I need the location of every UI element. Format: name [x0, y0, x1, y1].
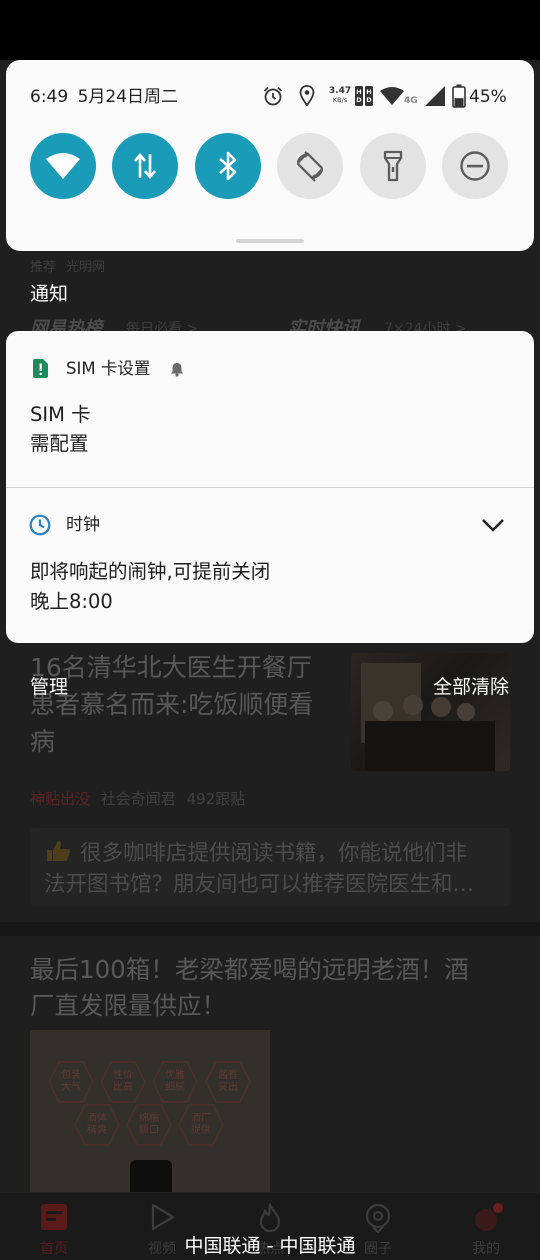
- ad-badge: 酱香突出: [204, 1060, 252, 1104]
- network-speed-value: 3.47: [328, 86, 352, 96]
- bg-article2-title: 最后100箱！老梁都爱喝的远明老酒！酒 厂直发限量供应！: [30, 952, 469, 1024]
- notification-app-name: 时钟: [66, 515, 100, 535]
- bg-article1-title: 16名清华北大医生开餐厅 患者慕名而来:吃饭顺便看 病: [30, 649, 313, 760]
- bg-article1-line3: 病: [30, 727, 56, 756]
- ad-badge: 酒厂提供: [177, 1103, 225, 1147]
- bg-ad-image: 包装大气 性价比高 优雅细腻 酱香突出 酒体稠爽 绵糯顺口 酒厂提供: [30, 1030, 270, 1195]
- location-icon: [299, 85, 315, 107]
- network-speed-unit: KB/s: [332, 96, 348, 104]
- notifications-header: 通知: [30, 283, 69, 305]
- bg-article1-tag: 神贴出没: [30, 790, 91, 808]
- tile-bluetooth[interactable]: [195, 133, 261, 199]
- bg-quote-line2: 法开图书馆？朋友间也可以推荐医院医生和…: [44, 872, 475, 897]
- play-icon: [151, 1203, 175, 1231]
- ad-badge: 酒体稠爽: [73, 1103, 121, 1147]
- notification-title: SIM 卡: [30, 403, 91, 426]
- notification-app-name: SIM 卡设置: [66, 359, 151, 378]
- clear-all-button[interactable]: 全部清除: [433, 675, 509, 699]
- screen: 推荐 光明网 网易热榜 每日必看 > 实时快讯 7×24小时 > 16名清华北大…: [0, 0, 540, 1260]
- bg-quote-line1: 很多咖啡店提供阅读书籍，你能说他们非: [80, 841, 468, 866]
- notification-text: 晚上8:00: [30, 590, 113, 613]
- circle-icon: [365, 1203, 391, 1233]
- svg-text:D: D: [356, 96, 362, 104]
- bottle-image: [130, 1160, 172, 1195]
- home-icon: [41, 1204, 67, 1230]
- data-arrows-icon: [134, 152, 156, 180]
- network-speed: 3.47 KB/s: [328, 87, 352, 105]
- tile-mobile-data[interactable]: [112, 133, 178, 199]
- bg-tab-source: 光明网: [66, 260, 106, 275]
- chevron-down-icon[interactable]: [481, 518, 505, 533]
- shade-top: [0, 0, 540, 60]
- notification-title: 即将响起的闹钟,可提前关闭: [30, 560, 271, 583]
- profile-icon: [475, 1203, 503, 1231]
- status-date[interactable]: 5月24日周二: [78, 87, 178, 107]
- ad-badge: 包装大气: [47, 1060, 95, 1104]
- clock-icon: [29, 514, 51, 536]
- tile-do-not-disturb[interactable]: [442, 133, 508, 199]
- bg-article1-line2: 患者慕名而来:吃饭顺便看: [30, 690, 314, 719]
- ad-badge: 性价比高: [99, 1060, 147, 1104]
- bg-separator: [0, 922, 540, 936]
- flame-icon: [259, 1203, 281, 1233]
- ad-badge: 绵糯顺口: [125, 1103, 173, 1147]
- sim-alert-icon: [33, 359, 48, 378]
- bg-article2-line2: 厂直发限量供应！: [30, 991, 226, 1020]
- svg-text:H: H: [356, 88, 361, 96]
- panel-drag-handle[interactable]: [236, 239, 304, 243]
- svg-text:D: D: [366, 96, 372, 104]
- bell-icon: [171, 363, 183, 377]
- bg-article1-comments: 492跟贴: [186, 790, 246, 808]
- tile-wifi[interactable]: [30, 133, 96, 199]
- status-time: 6:49: [30, 87, 69, 107]
- rotate-icon: [296, 151, 324, 182]
- dnd-icon: [460, 151, 490, 181]
- svg-text:H: H: [366, 88, 371, 96]
- bg-article1-source: 社会奇闻君: [100, 790, 176, 808]
- carrier-label: 中国联通 - 中国联通: [184, 1235, 356, 1257]
- notification-card: SIM 卡设置 SIM 卡 需配置 时钟 即将响起的闹钟,可提前关闭 晚上8:0…: [6, 331, 534, 643]
- notification-text: 需配置: [30, 432, 89, 455]
- quick-settings-panel: 6:49 5月24日周二 3.47 KB/s H D H D 4G 45%: [6, 60, 534, 251]
- tile-flashlight[interactable]: [360, 133, 426, 199]
- hd-volte-icon: H D H D: [355, 86, 373, 106]
- bluetooth-icon: [219, 151, 237, 181]
- network-type: 4G: [404, 96, 418, 106]
- wifi-status-icon: [380, 87, 404, 105]
- alarm-icon: [263, 86, 283, 106]
- thumbs-up-icon: [47, 841, 71, 861]
- ad-badge: 优雅细腻: [151, 1060, 199, 1104]
- notification-clock[interactable]: 时钟 即将响起的闹钟,可提前关闭 晚上8:00: [6, 488, 534, 643]
- signal-icon: [425, 86, 445, 106]
- battery-icon: [452, 84, 466, 108]
- bg-tab-recommend: 推荐: [30, 260, 57, 275]
- battery-percent: 45%: [469, 87, 507, 107]
- bg-article2-line1: 最后100箱！老梁都爱喝的远明老酒！酒: [30, 955, 469, 984]
- wifi-icon: [46, 153, 80, 179]
- tile-auto-rotate[interactable]: [277, 133, 343, 199]
- bg-article1-line1: 16名清华北大医生开餐厅: [30, 653, 312, 682]
- flashlight-icon: [383, 150, 403, 182]
- notification-sim[interactable]: SIM 卡设置 SIM 卡 需配置: [6, 331, 534, 487]
- bg-article1-meta: 神贴出没 社会奇闻君 492跟贴: [30, 788, 245, 809]
- status-datetime: 6:49 5月24日周二: [30, 86, 178, 108]
- bg-article1-thumbnail: [351, 653, 510, 771]
- manage-button[interactable]: 管理: [30, 675, 68, 699]
